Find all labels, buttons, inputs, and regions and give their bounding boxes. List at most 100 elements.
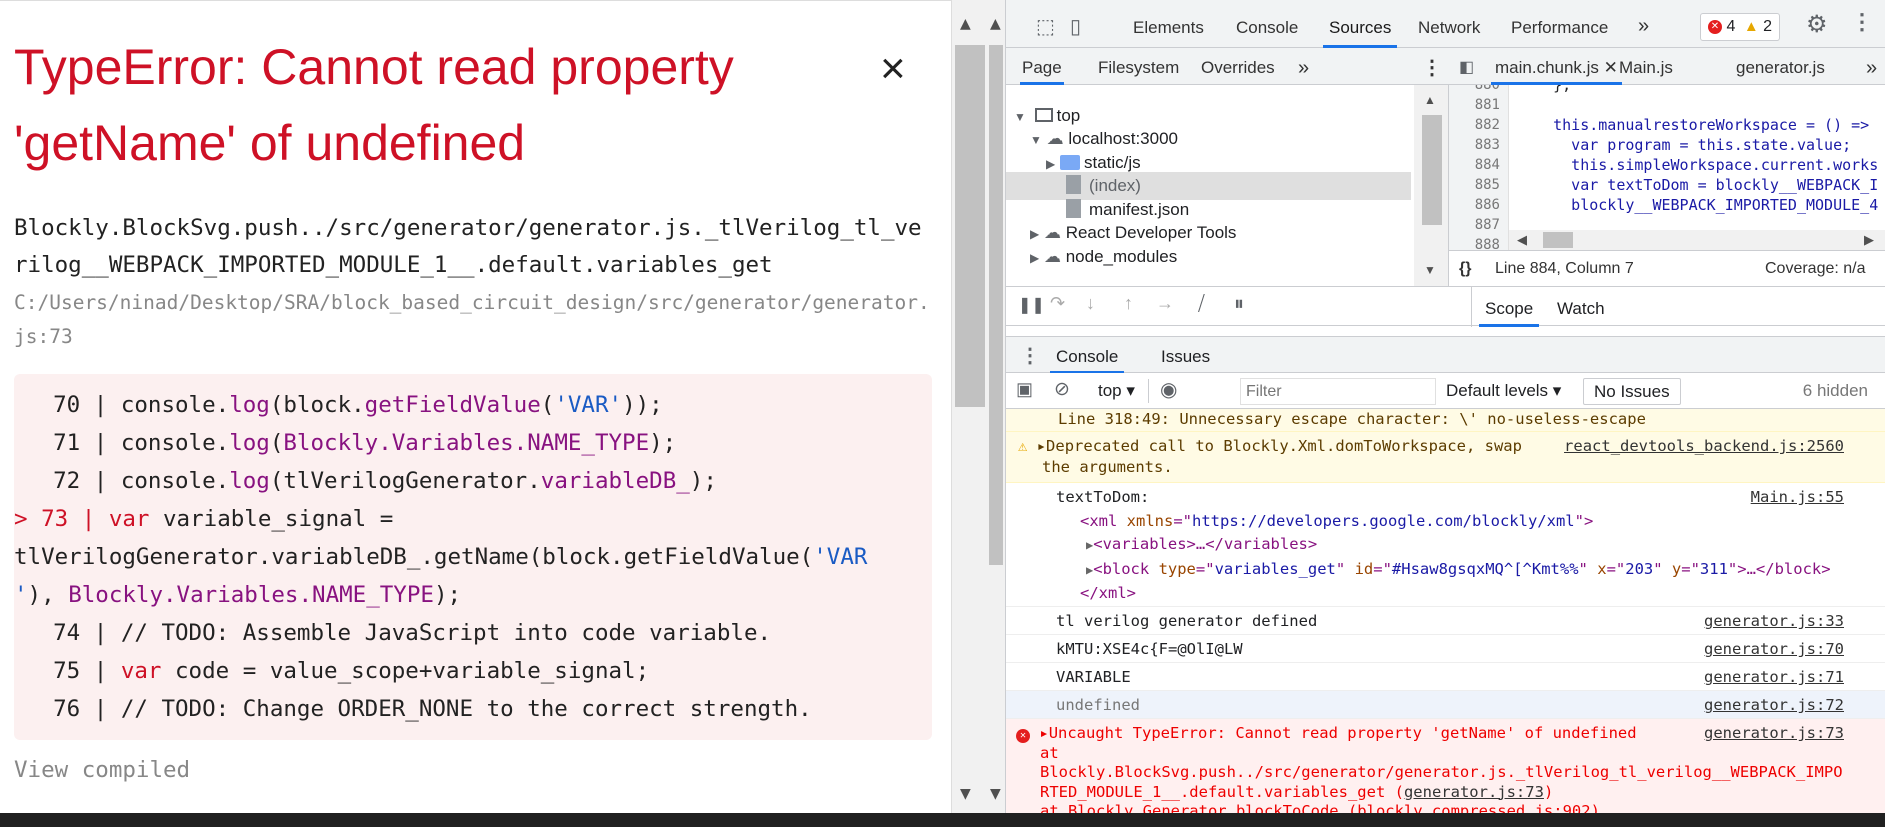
step-into-icon[interactable]: ↓	[1086, 293, 1095, 314]
source-editor: ◧ main.chunk.js ✕ Main.js generator.js »…	[1449, 48, 1885, 286]
more-tabs-icon[interactable]: »	[1866, 48, 1877, 85]
tab-console-drawer[interactable]: Console	[1050, 337, 1125, 374]
source-link[interactable]: generator.js:71	[1704, 663, 1844, 691]
tab-performance[interactable]: Performance	[1511, 0, 1608, 48]
log-levels-select[interactable]: Default levels ▾	[1446, 373, 1561, 409]
kebab-menu-icon[interactable]: ⋮	[1851, 9, 1873, 35]
source-link[interactable]: generator.js:70	[1704, 635, 1844, 663]
sources-navigator: Page Filesystem Overrides » ⋮ ▼ top ▼ ☁ …	[1006, 48, 1449, 286]
coverage-status: Coverage: n/a	[1765, 260, 1866, 277]
navigator-tabs: Page Filesystem Overrides » ⋮	[1006, 48, 1449, 85]
inspect-element-icon[interactable]: ⬚	[1036, 14, 1055, 39]
code-line-71: 71 | console.log(Blockly.Variables.NAME_…	[26, 430, 677, 456]
console-message: undefined generator.js:72	[1006, 691, 1885, 719]
tab-main-js[interactable]: Main.js	[1619, 48, 1673, 85]
expand-arrow-icon[interactable]: ▶	[1056, 538, 1093, 552]
console-message: tl verilog generator defined generator.js…	[1006, 607, 1885, 635]
pause-icon[interactable]: ❚❚	[1018, 295, 1045, 315]
close-tab-icon[interactable]: ✕	[1604, 58, 1618, 77]
editor-line: var textToDom = blockly__WEBPACK_I	[1517, 176, 1879, 194]
kebab-menu-icon[interactable]: ⋮	[1020, 343, 1040, 368]
scroll-down-arrow-icon[interactable]: ▼	[960, 786, 971, 802]
overlay-scrollbar[interactable]: ▲ ▲ ▼ ▼	[951, 0, 1005, 813]
console-warning: ⚠ ▸Deprecated call to Blockly.Xml.domToW…	[1006, 432, 1885, 483]
source-link[interactable]: generator.js:73	[1704, 724, 1844, 744]
scrollbar-thumb[interactable]	[1422, 115, 1442, 225]
step-icon[interactable]: →	[1156, 293, 1174, 314]
pause-on-exceptions-icon[interactable]: ⏸	[1234, 293, 1244, 316]
code-line-70: 70 | console.log(block.getFieldValue('VA…	[26, 392, 663, 418]
source-link[interactable]: react_devtools_backend.js:2560	[1564, 436, 1844, 457]
code-view[interactable]: }; this.manualrestoreWorkspace = () => v…	[1509, 85, 1885, 230]
deactivate-breakpoints-icon[interactable]: ⧸	[1198, 293, 1205, 316]
devtools-toolbar: ⬚ ▯ Elements Console Sources Network Per…	[1006, 0, 1885, 48]
tab-elements[interactable]: Elements	[1133, 0, 1204, 48]
source-link[interactable]: Main.js:55	[1751, 486, 1844, 510]
issues-button[interactable]: No Issues	[1583, 378, 1681, 405]
scrollbar-thumb[interactable]	[955, 45, 985, 407]
toggle-navigator-icon[interactable]: ◧	[1459, 48, 1474, 85]
code-line-76: 76 | // TODO: Change ORDER_NONE to the c…	[26, 696, 812, 722]
expand-arrow-icon[interactable]: ▶	[1056, 563, 1093, 577]
step-out-icon[interactable]: ↑	[1124, 293, 1133, 314]
sidebar-toggle-icon[interactable]: ▣	[1016, 379, 1033, 400]
code-line-74: 74 | // TODO: Assemble JavaScript into c…	[26, 620, 772, 646]
gear-icon[interactable]: ⚙	[1806, 10, 1828, 39]
folder-icon	[1059, 155, 1080, 170]
file-icon	[1066, 199, 1081, 218]
source-link[interactable]: generator.js:33	[1704, 607, 1844, 635]
scroll-down-arrow-icon[interactable]: ▼	[990, 786, 1001, 802]
clear-console-icon[interactable]: ⊘	[1054, 378, 1070, 401]
warning-icon: ▲	[1743, 18, 1759, 35]
more-tabs-icon[interactable]: »	[1298, 48, 1309, 85]
code-line-72: 72 | console.log(tlVerilogGenerator.vari…	[26, 468, 717, 494]
tab-sources[interactable]: Sources	[1323, 0, 1398, 48]
error-icon: ✕	[1016, 729, 1030, 743]
tab-console[interactable]: Console	[1236, 0, 1298, 48]
close-icon[interactable]: ×	[880, 47, 906, 91]
scroll-up-arrow-icon[interactable]: ▲	[990, 16, 1001, 32]
stack-file-path[interactable]: C:/Users/ninad/Desktop/SRA/block_based_c…	[14, 286, 934, 354]
console-filter-input[interactable]	[1240, 378, 1436, 405]
pretty-print-icon[interactable]: {}	[1459, 251, 1471, 287]
taskbar	[0, 813, 1885, 827]
view-compiled-link[interactable]: View compiled	[14, 757, 190, 783]
step-over-icon[interactable]: ↷	[1050, 293, 1065, 314]
tab-page[interactable]: Page	[1020, 48, 1064, 85]
code-frame: 70 | console.log(block.getFieldValue('VA…	[14, 374, 932, 740]
editor-hscrollbar[interactable]: ◀ ▶	[1509, 230, 1885, 250]
navigator-scrollbar[interactable]: ▲ ▼	[1414, 85, 1448, 286]
tab-overrides[interactable]: Overrides	[1201, 48, 1275, 85]
expand-arrow-icon: ▼	[1014, 110, 1026, 124]
tree-item-node-modules[interactable]: ▶ ☁ node_modules	[1030, 243, 1177, 271]
scrollbar-thumb[interactable]	[1543, 232, 1573, 248]
frame-icon	[1034, 108, 1053, 122]
devtools-panel: ⬚ ▯ Elements Console Sources Network Per…	[1005, 0, 1885, 813]
expand-arrow-icon: ▶	[1030, 227, 1040, 241]
expand-arrow-icon[interactable]: ▸	[1037, 437, 1046, 455]
eye-icon[interactable]: ◉	[1160, 377, 1177, 402]
tab-scope[interactable]: Scope	[1479, 287, 1540, 327]
scroll-up-arrow-icon[interactable]: ▲	[960, 16, 971, 32]
expand-arrow-icon[interactable]: ▸	[1039, 724, 1048, 742]
console-error: ✕ ▸Uncaught TypeError: Cannot read prope…	[1006, 719, 1885, 813]
issues-badge[interactable]: ✕ 4 ▲ 2	[1700, 13, 1780, 41]
tab-generator-js[interactable]: generator.js	[1736, 48, 1825, 85]
device-toolbar-icon[interactable]: ▯	[1070, 14, 1081, 39]
tab-filesystem[interactable]: Filesystem	[1098, 48, 1179, 85]
source-link[interactable]: generator.js:73	[1404, 783, 1544, 801]
source-link[interactable]: generator.js:72	[1704, 691, 1844, 719]
more-tabs-icon[interactable]: »	[1638, 0, 1649, 48]
scrollbar-thumb[interactable]	[989, 45, 1003, 565]
code-line-75: 75 | var code = value_scope+variable_sig…	[26, 658, 650, 684]
tab-main-chunk[interactable]: main.chunk.js ✕	[1491, 48, 1622, 85]
tab-issues[interactable]: Issues	[1161, 337, 1210, 374]
editor-line: var program = this.state.value;	[1517, 136, 1852, 154]
error-overlay: TypeError: Cannot read property 'getName…	[0, 0, 951, 813]
tab-watch[interactable]: Watch	[1557, 287, 1605, 327]
context-select[interactable]: top ▾	[1098, 373, 1135, 409]
tab-network[interactable]: Network	[1418, 0, 1480, 48]
file-icon	[1066, 175, 1081, 194]
kebab-menu-icon[interactable]: ⋮	[1422, 48, 1442, 85]
